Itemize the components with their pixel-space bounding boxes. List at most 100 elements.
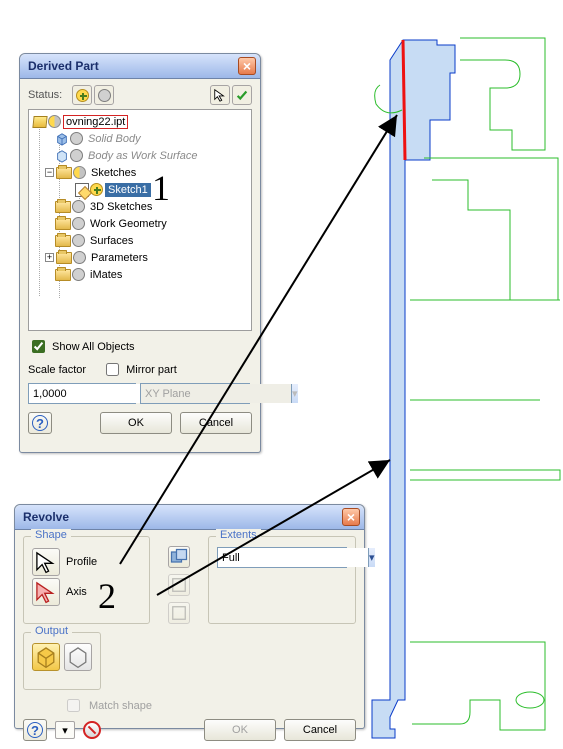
revolve-axis-line (403, 40, 405, 160)
tree-sketch1[interactable]: Sketch1 (29, 181, 251, 198)
close-button[interactable] (238, 57, 256, 75)
status-icon (70, 149, 83, 162)
mirror-part-label: Mirror part (126, 364, 177, 376)
tree-label: Sketches (88, 166, 139, 180)
folder-icon (55, 269, 71, 281)
folder-icon (55, 235, 71, 247)
sketch-icon (75, 183, 89, 197)
part-icon (32, 116, 47, 128)
show-all-objects-label: Show All Objects (52, 341, 135, 353)
no-entry-icon[interactable] (83, 721, 101, 739)
cube-icon (55, 149, 69, 163)
tree-label: Solid Body (85, 132, 144, 146)
match-shape-label: Match shape (89, 700, 152, 712)
expand-toggle[interactable]: + (45, 253, 54, 262)
folder-icon (55, 201, 71, 213)
boolean-new-button[interactable] (168, 546, 190, 568)
tree-body-work-surface[interactable]: Body as Work Surface (29, 147, 251, 164)
status-icon (72, 217, 85, 230)
annotation-1: 1 (152, 167, 170, 209)
output-surface-button[interactable] (64, 643, 92, 671)
show-all-objects-row[interactable]: Show All Objects (28, 337, 252, 356)
output-legend: Output (31, 625, 72, 637)
shape-group: Shape Profile Axis (23, 536, 150, 624)
tree-root-label: ovning22.ipt (63, 115, 128, 129)
mirror-part-checkbox[interactable] (106, 363, 119, 376)
expand-more-button[interactable]: ▾ (55, 721, 75, 739)
status-label: Status: (28, 89, 62, 101)
extents-combo[interactable]: ▾ (217, 547, 347, 568)
show-all-objects-checkbox[interactable] (32, 340, 45, 353)
tree-solid-body[interactable]: Solid Body (29, 130, 251, 147)
derived-part-title: Derived Part (28, 59, 99, 73)
tree-imates[interactable]: iMates (29, 266, 251, 283)
revolve-dialog: Revolve Shape Profile Axis (14, 504, 365, 729)
status-icon (48, 115, 61, 128)
derived-part-dialog: Derived Part Status: (19, 53, 261, 453)
derived-part-titlebar[interactable]: Derived Part (20, 54, 260, 79)
output-group: Output (23, 632, 101, 690)
revolve-titlebar[interactable]: Revolve (15, 505, 364, 530)
output-solid-button[interactable] (32, 643, 60, 671)
tree-label: iMates (87, 268, 125, 282)
annotation-2: 2 (98, 575, 116, 617)
tree-label: 3D Sketches (87, 200, 155, 214)
tree-label: Work Geometry (87, 217, 170, 231)
extents-group: Extents ▾ (208, 536, 356, 624)
folder-icon (56, 252, 72, 264)
tree-root[interactable]: ovning22.ipt (29, 113, 251, 130)
profile-label: Profile (66, 556, 97, 568)
cube-icon (55, 132, 69, 146)
tree-parameters[interactable]: + Parameters (29, 249, 251, 266)
tree-3d-sketches[interactable]: 3D Sketches (29, 198, 251, 215)
cancel-button[interactable]: Cancel (284, 719, 356, 741)
match-shape-checkbox (67, 699, 80, 712)
close-button[interactable] (342, 508, 360, 526)
boolean-intersect-button (168, 602, 190, 624)
ok-button: OK (204, 719, 276, 741)
cancel-button[interactable]: Cancel (180, 412, 252, 434)
extents-input[interactable] (218, 548, 368, 567)
status-include-button[interactable] (72, 85, 92, 105)
mirror-plane-combo: ▾ (140, 383, 250, 404)
shape-legend: Shape (31, 529, 71, 541)
scale-factor-label: Scale factor (28, 364, 86, 376)
dropdown-arrow-icon: ▾ (291, 384, 298, 403)
help-button[interactable] (28, 412, 52, 434)
collapse-toggle[interactable]: − (45, 168, 54, 177)
ok-button[interactable]: OK (100, 412, 172, 434)
tree-label: Parameters (88, 251, 151, 265)
dropdown-arrow-icon[interactable]: ▾ (368, 548, 375, 567)
status-icon (72, 268, 85, 281)
extents-legend: Extents (216, 529, 261, 541)
folder-icon (55, 218, 71, 230)
select-cursor-button[interactable] (210, 85, 230, 105)
status-icon (70, 132, 83, 145)
object-tree[interactable]: ovning22.ipt Solid Body Body as Work Sur… (28, 109, 252, 331)
axis-label: Axis (66, 586, 87, 598)
tree-label: Surfaces (87, 234, 136, 248)
folder-icon (56, 167, 72, 179)
status-icon (72, 234, 85, 247)
mirror-part-row[interactable]: Mirror part (102, 360, 177, 379)
scale-factor-combo[interactable]: ▶ (28, 383, 136, 404)
tree-work-geometry[interactable]: Work Geometry (29, 215, 251, 232)
status-icon (73, 251, 86, 264)
axis-select-button[interactable] (32, 578, 60, 606)
status-icon (90, 183, 103, 196)
mirror-plane-input (141, 384, 291, 403)
boolean-cut-button (168, 574, 190, 596)
tree-label: Body as Work Surface (85, 149, 200, 163)
tree-sketches[interactable]: − Sketches (29, 164, 251, 181)
profile-select-button[interactable] (32, 548, 60, 576)
status-icon (73, 166, 86, 179)
revolve-profile (372, 40, 455, 738)
help-button[interactable] (23, 719, 47, 741)
status-exclude-button[interactable] (94, 85, 114, 105)
tree-label: Sketch1 (105, 183, 151, 197)
accept-button[interactable] (232, 85, 252, 105)
status-icon (72, 200, 85, 213)
revolve-title: Revolve (23, 510, 69, 524)
tree-surfaces[interactable]: Surfaces (29, 232, 251, 249)
match-shape-row: Match shape (63, 696, 356, 715)
